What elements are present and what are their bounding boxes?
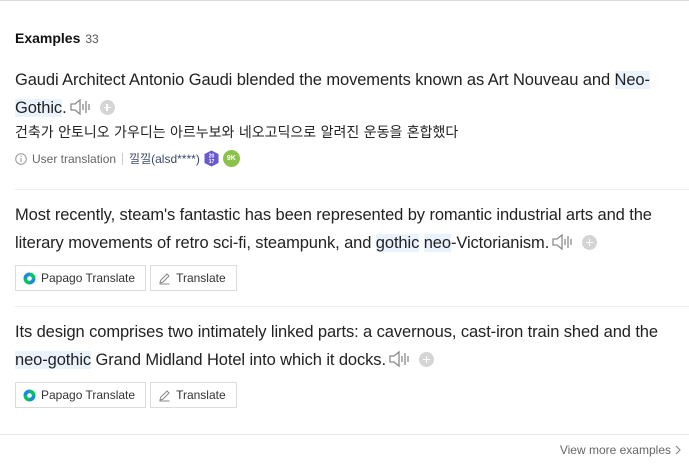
meta-divider <box>122 152 124 165</box>
divider <box>15 189 689 190</box>
example-sentence: Gaudi Architect Antonio Gaudi blended th… <box>15 66 689 122</box>
info-icon <box>15 152 27 165</box>
example-translation: 건축가 안토니오 가우디는 아르누보와 네오고딕으로 알려진 운동을 혼합했다 <box>15 125 459 141</box>
level-badge: 20 17 <box>204 150 219 167</box>
papago-translate-button[interactable]: Papago Translate <box>15 265 147 291</box>
papago-icon <box>23 272 36 284</box>
keyword-highlight: neo <box>423 234 451 252</box>
pencil-icon <box>159 389 170 401</box>
translate-button[interactable]: Translate <box>150 382 237 408</box>
view-more-examples-link[interactable]: View more examples <box>560 443 681 457</box>
pencil-icon <box>159 272 170 284</box>
translation-meta: User translation 낄낄(alsd****) 20 17 9K <box>15 150 689 167</box>
example-sentence: Most recently, steam's fantastic has bee… <box>15 201 689 257</box>
divider <box>15 306 689 307</box>
sentence-text: . <box>62 99 67 117</box>
sentence-text: -Victorianism. <box>450 234 550 252</box>
count-badge: 9K <box>222 150 240 167</box>
papago-translate-button[interactable]: Papago Translate <box>15 382 147 408</box>
source-label: User translation <box>32 151 117 166</box>
example-item-1: Gaudi Architect Antonio Gaudi blended th… <box>15 66 689 167</box>
translate-label: Translate <box>176 388 226 402</box>
example-item-2: Most recently, steam's fantastic has bee… <box>15 201 689 291</box>
speaker-icon[interactable] <box>552 232 576 251</box>
add-icon[interactable] <box>99 100 115 115</box>
papago-label: Papago Translate <box>41 388 136 402</box>
section-title: Examples <box>15 30 81 46</box>
speaker-icon[interactable] <box>389 349 413 368</box>
example-item-3: Its design comprises two intimately link… <box>15 318 689 408</box>
papago-icon <box>23 389 36 401</box>
examples-count: 33 <box>85 32 99 46</box>
add-icon[interactable] <box>418 352 434 367</box>
add-icon[interactable] <box>582 235 598 250</box>
example-sentence: Its design comprises two intimately link… <box>15 318 689 374</box>
view-more-label: View more examples <box>559 443 671 457</box>
translate-button[interactable]: Translate <box>150 265 237 291</box>
sentence-text: Grand Midland Hotel into which it docks. <box>91 351 387 369</box>
chevron-right-icon <box>675 445 681 455</box>
user-name[interactable]: 낄낄(alsd****) <box>129 150 200 167</box>
examples-header: Examples 33 <box>15 30 99 46</box>
footer-divider <box>0 434 689 435</box>
speaker-icon[interactable] <box>69 97 94 116</box>
papago-label: Papago Translate <box>41 271 136 285</box>
action-buttons: Papago Translate Translate <box>15 382 689 408</box>
keyword-highlight: neo-gothic <box>15 351 92 369</box>
translate-label: Translate <box>176 271 226 285</box>
action-buttons: Papago Translate Translate <box>15 265 689 291</box>
sentence-text: Gaudi Architect Antonio Gaudi blended th… <box>15 71 615 89</box>
top-border <box>0 0 689 1</box>
svg-text:17: 17 <box>209 159 215 165</box>
keyword-highlight: gothic <box>375 234 420 252</box>
sentence-text: Its design comprises two intimately link… <box>15 323 658 341</box>
